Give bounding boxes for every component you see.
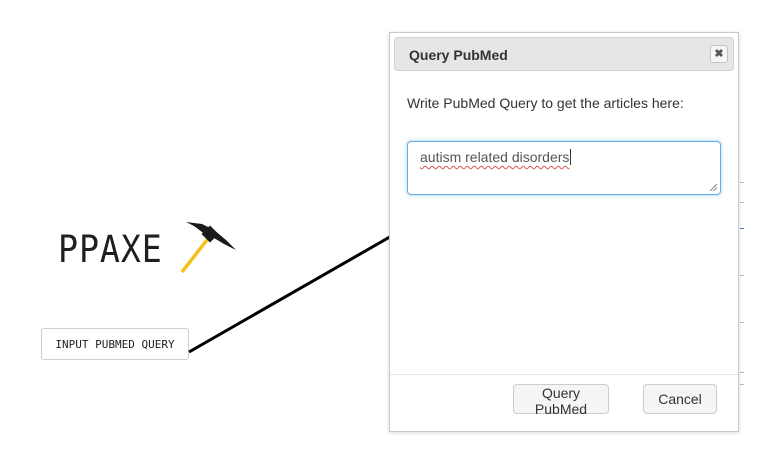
text-cursor bbox=[570, 149, 572, 165]
query-pubmed-button[interactable]: Query PubMed bbox=[513, 384, 609, 417]
input-pubmed-query-button[interactable]: INPUT PUBMED QUERY bbox=[41, 328, 189, 360]
close-button[interactable]: ✖ bbox=[710, 45, 728, 63]
cancel-button[interactable]: Cancel bbox=[643, 384, 717, 414]
logo-text: PPAXE bbox=[58, 228, 163, 271]
ppaxe-logo: PPAXE bbox=[58, 218, 238, 278]
query-pubmed-dialog: Query PubMed ✖ Write PubMed Query to get… bbox=[389, 32, 739, 432]
query-textarea[interactable]: autism related disorders bbox=[407, 141, 721, 195]
query-text: autism related disorders bbox=[420, 149, 570, 165]
background-page-edge bbox=[738, 110, 759, 410]
close-icon: ✖ bbox=[714, 47, 724, 60]
dialog-footer-divider bbox=[390, 374, 738, 375]
dialog-prompt: Write PubMed Query to get the articles h… bbox=[407, 95, 684, 111]
pickaxe-icon bbox=[180, 222, 236, 274]
resize-grip-icon[interactable] bbox=[709, 183, 717, 191]
dialog-header: Query PubMed ✖ bbox=[394, 37, 734, 71]
dialog-title: Query PubMed bbox=[409, 47, 508, 63]
